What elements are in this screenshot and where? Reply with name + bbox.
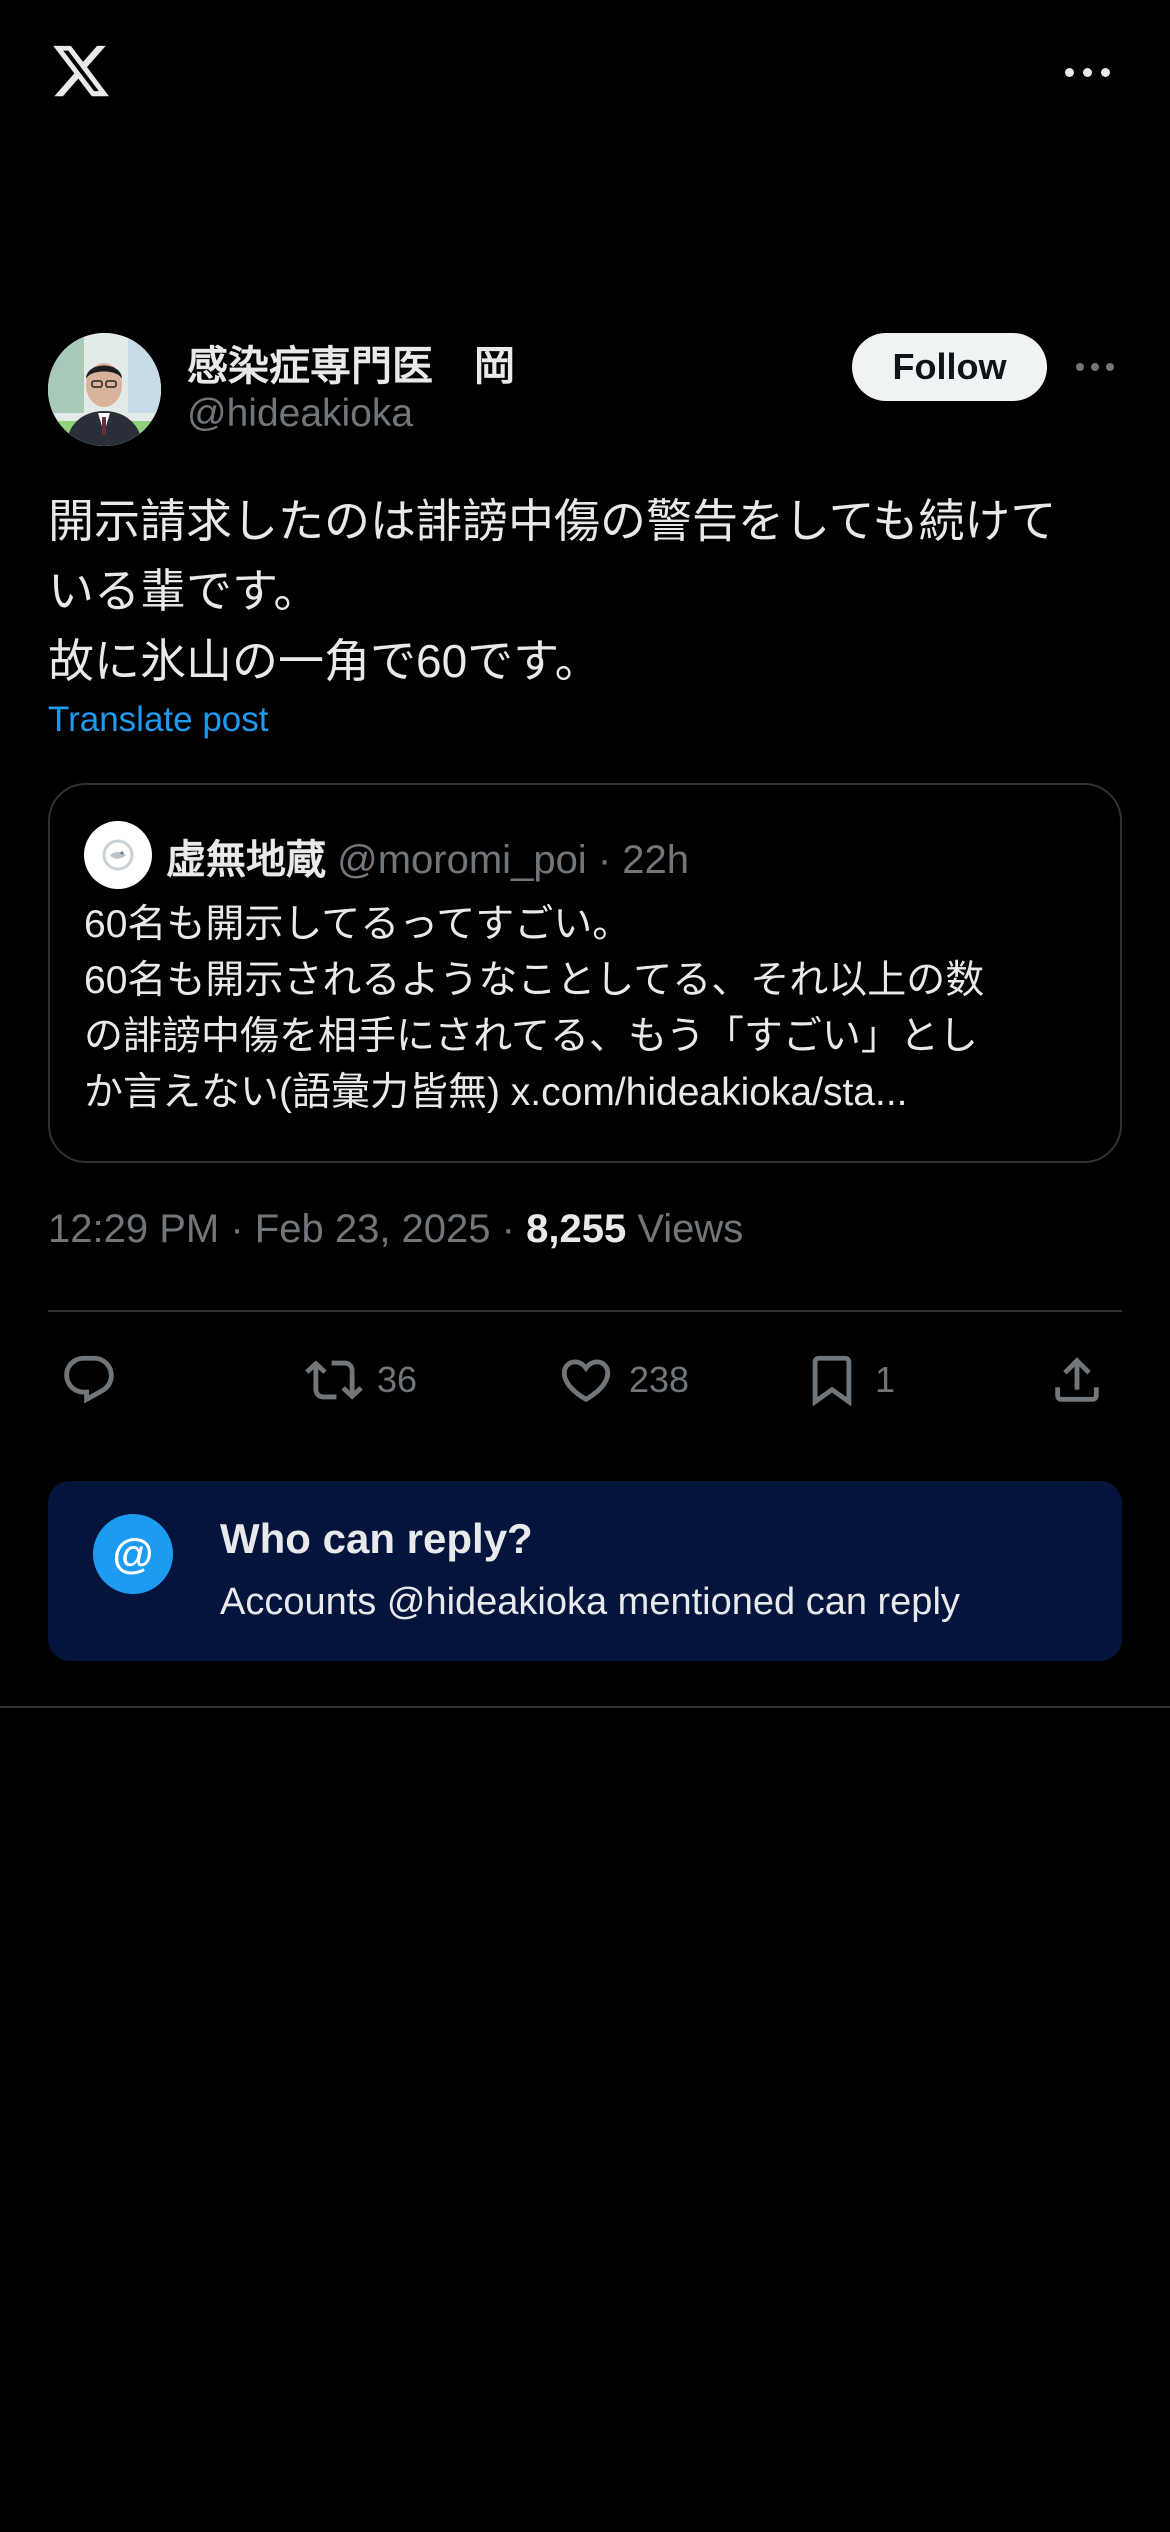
repost-button[interactable]: 36	[305, 1348, 417, 1412]
follow-button[interactable]: Follow	[852, 333, 1047, 401]
mention-icon: @	[93, 1514, 173, 1594]
quoted-header: 虚無地蔵 @moromi_poi · 22h	[166, 827, 689, 885]
post-more-icon[interactable]	[1073, 354, 1117, 380]
post-text-line: 故に氷山の一角で60です。	[48, 635, 601, 687]
post-time[interactable]: 12:29 PM	[48, 1207, 219, 1251]
bookmark-button[interactable]: 1	[803, 1348, 895, 1412]
author-handle[interactable]: @hideakioka	[187, 392, 413, 436]
quoted-author-avatar[interactable]	[84, 821, 152, 889]
separator-dot: ·	[230, 1207, 255, 1251]
like-count: 238	[629, 1359, 690, 1400]
separator-dot: ·	[501, 1207, 527, 1251]
repost-count: 36	[377, 1359, 418, 1400]
bookmark-count: 1	[875, 1359, 896, 1400]
views-label: Views	[637, 1207, 744, 1251]
divider	[0, 1706, 1170, 1708]
author-name[interactable]: 感染症専門医 岡	[187, 332, 515, 392]
bookmark-icon	[812, 1355, 852, 1407]
post-date[interactable]: Feb 23, 2025	[255, 1207, 491, 1251]
separator-dot: ·	[597, 838, 623, 882]
reply-icon	[64, 1355, 114, 1404]
quoted-text-line: の誹謗中傷を相手にされてる、もう「すごい」とし	[84, 1015, 978, 1058]
quoted-text-line: 60名も開示されるようなことしてる、それ以上の数	[84, 959, 985, 1002]
heart-icon	[561, 1359, 611, 1403]
repost-icon	[305, 1360, 363, 1400]
more-horizontal-icon[interactable]	[1062, 58, 1112, 86]
top-bar	[0, 0, 1170, 150]
share-button[interactable]	[1048, 1348, 1106, 1412]
like-button[interactable]: 238	[557, 1348, 689, 1412]
share-icon	[1055, 1357, 1099, 1402]
quoted-text-line: 60名も開示してるってすごい。	[84, 903, 632, 946]
who-can-reply-subtitle: Accounts @hideakioka mentioned can reply	[220, 1581, 960, 1623]
bird-avatar-icon	[102, 839, 134, 871]
quoted-post[interactable]: 虚無地蔵 @moromi_poi · 22h 60名も開示してるってすごい。 6…	[48, 783, 1122, 1163]
quoted-author-name[interactable]: 虚無地蔵	[166, 838, 326, 882]
divider	[48, 1310, 1122, 1312]
reply-button[interactable]	[60, 1348, 118, 1412]
views-count: 8,255	[526, 1207, 627, 1251]
quoted-text-line: か言えない(語彙力皆無) x.com/hideakioka/sta...	[84, 1071, 908, 1114]
post-detail-page: 感染症専門医 岡 @hideakioka Follow 開示請求したのは誹謗中傷…	[0, 0, 1170, 2532]
who-can-reply-box: @ Who can reply? Accounts @hideakioka me…	[48, 1481, 1122, 1661]
quoted-time: 22h	[622, 838, 690, 882]
quoted-author-handle[interactable]: @moromi_poi	[337, 838, 587, 882]
quoted-text: 60名も開示してるってすごい。 60名も開示されるようなことしてる、それ以上の数…	[84, 897, 1094, 1121]
translate-post-link[interactable]: Translate post	[48, 700, 268, 740]
author-avatar[interactable]	[48, 333, 161, 446]
post-text: 開示請求したのは誹謗中傷の警告をしても続けて いる輩です。 故に氷山の一角で60…	[48, 486, 1128, 696]
post-text-line: 開示請求したのは誹謗中傷の警告をしても続けて	[48, 495, 1057, 547]
post-text-line: いる輩です。	[48, 565, 320, 617]
x-logo[interactable]	[48, 40, 114, 102]
post-meta: 12:29 PM · Feb 23, 2025 · 8,255 Views	[48, 1207, 743, 1252]
who-can-reply-title: Who can reply?	[220, 1515, 533, 1562]
